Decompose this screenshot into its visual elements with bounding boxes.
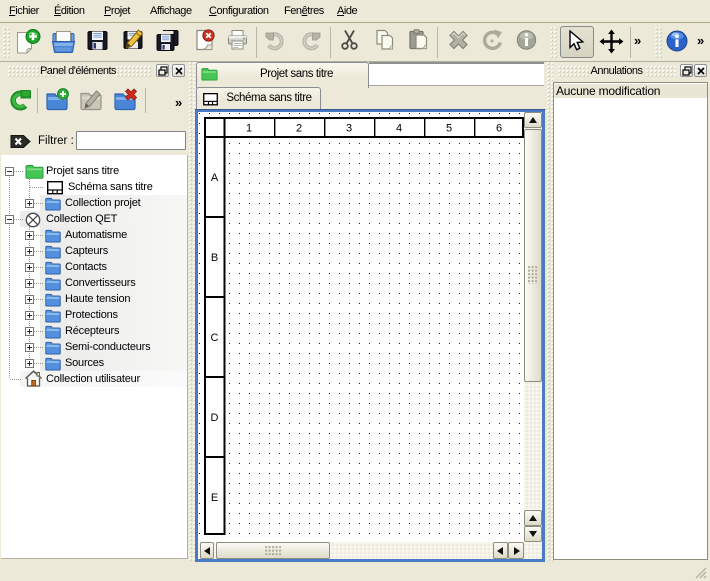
svg-text:B: B [211,252,218,264]
svg-text:2: 2 [296,123,302,135]
svg-text:D: D [211,412,219,424]
svg-text:6: 6 [496,123,502,135]
svg-text:A: A [211,172,219,184]
svg-text:3: 3 [346,123,352,135]
svg-text:C: C [211,332,219,344]
svg-text:E: E [211,492,218,504]
svg-text:5: 5 [446,123,452,135]
svg-text:1: 1 [246,123,252,135]
svg-text:4: 4 [396,123,402,135]
